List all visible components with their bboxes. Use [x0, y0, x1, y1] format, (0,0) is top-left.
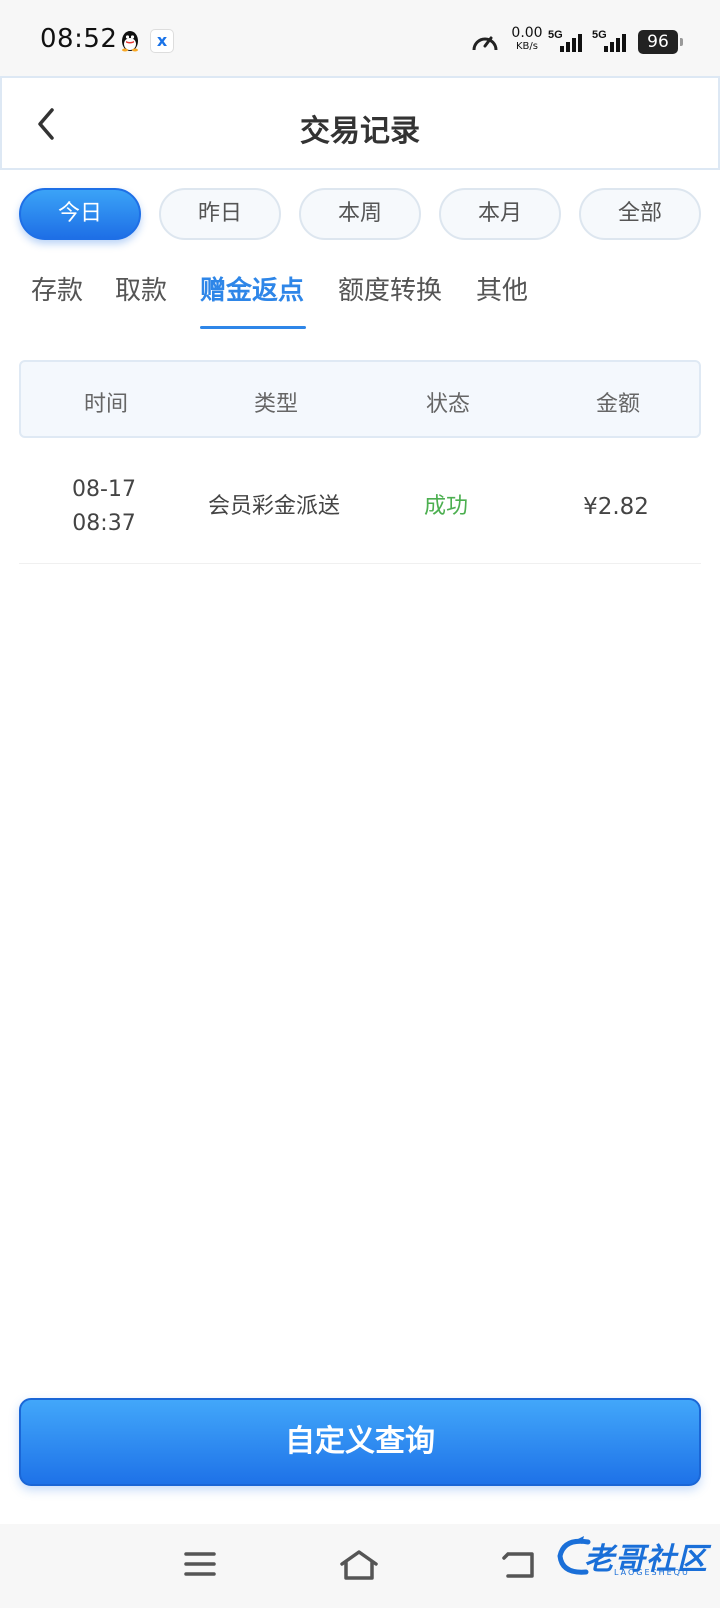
- table-header: 时间 类型 状态 金额: [19, 360, 701, 438]
- home-icon: [340, 1550, 378, 1580]
- status-time: 08:52: [40, 24, 118, 54]
- custom-query-button[interactable]: 自定义查询: [19, 1398, 701, 1486]
- speedometer-icon: [470, 28, 500, 60]
- column-header-status: 状态: [425, 392, 470, 417]
- nav-menu-button[interactable]: [182, 1548, 218, 1584]
- cell-date: 08-17: [72, 477, 136, 502]
- category-tabs: 存款 取款 赠金返点 额度转换 其他: [0, 270, 720, 334]
- date-filter-group: 今日 昨日 本周 本月 全部: [19, 188, 701, 240]
- cell-amount: ¥2.82: [583, 494, 649, 520]
- tab-withdraw[interactable]: 取款: [115, 270, 167, 307]
- qq-icon: [118, 29, 142, 53]
- x-app-icon: x: [150, 29, 174, 53]
- svg-text:5G: 5G: [592, 29, 607, 41]
- filter-all[interactable]: 全部: [579, 188, 701, 240]
- back-icon: [502, 1552, 534, 1578]
- cell-type: 会员彩金派送: [207, 494, 340, 519]
- page-title: 交易记录: [300, 114, 420, 149]
- cell-time: 08-17 08:37: [19, 450, 189, 564]
- tab-deposit[interactable]: 存款: [31, 270, 83, 307]
- system-nav-bar: 老哥社区 LAOGESHEQU: [0, 1524, 720, 1608]
- signal-icon: 5G: [548, 28, 588, 58]
- svg-text:5G: 5G: [548, 29, 563, 41]
- active-tab-indicator: [200, 326, 306, 329]
- table-row[interactable]: 08-17 08:37 会员彩金派送 成功 ¥2.82: [19, 450, 701, 564]
- tab-bonus-rebate[interactable]: 赠金返点: [200, 270, 304, 307]
- column-header-time: 时间: [83, 392, 128, 417]
- tab-other[interactable]: 其他: [476, 270, 528, 307]
- column-header-amount: 金额: [595, 392, 640, 417]
- filter-yesterday[interactable]: 昨日: [159, 188, 281, 240]
- cell-status: 成功: [423, 494, 468, 519]
- net-speed: 0.00 KB/s: [511, 25, 543, 52]
- filter-today[interactable]: 今日: [19, 188, 141, 240]
- page-header: 交易记录: [0, 76, 720, 170]
- filter-this-month[interactable]: 本月: [439, 188, 561, 240]
- status-bar: 08:52 x 0.00 KB/s 5G 5G 96: [0, 0, 720, 76]
- column-header-type: 类型: [253, 392, 298, 417]
- cell-clock: 08:37: [72, 511, 136, 536]
- nav-back-button[interactable]: [500, 1548, 538, 1584]
- battery-indicator: 96: [638, 30, 683, 54]
- filter-this-week[interactable]: 本周: [299, 188, 421, 240]
- watermark-subtext: LAOGESHEQU: [614, 1568, 690, 1577]
- watermark-logo: 老哥社区 LAOGESHEQU: [554, 1532, 714, 1580]
- nav-home-button[interactable]: [338, 1548, 380, 1586]
- tab-quota-transfer[interactable]: 额度转换: [338, 270, 442, 307]
- menu-icon: [184, 1552, 216, 1576]
- signal-icon: 5G: [592, 28, 632, 58]
